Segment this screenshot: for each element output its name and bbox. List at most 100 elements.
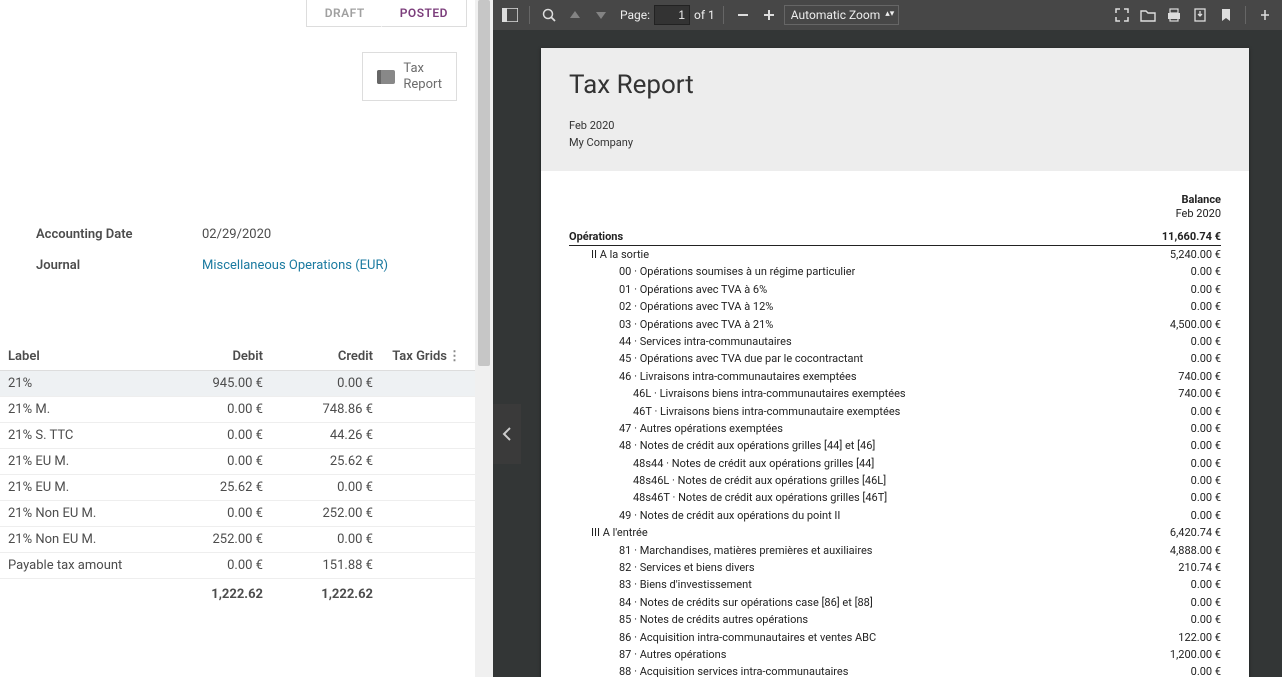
report-line: 01 · Opérations avec TVA à 6%0.00 € <box>569 281 1221 298</box>
cell-taxgrids <box>373 376 447 391</box>
col-header-credit[interactable]: Credit <box>263 349 373 364</box>
cell-label: 21% <box>8 376 153 391</box>
zoom-out-icon[interactable] <box>732 4 754 26</box>
report-line: 44 · Services intra-communautaires 0.00 € <box>569 333 1221 350</box>
cell-taxgrids <box>373 454 447 469</box>
table-row[interactable]: 21% EU M.0.00 €25.62 € <box>0 449 475 475</box>
tax-report-button[interactable]: Tax Report <box>362 52 457 101</box>
report-line-label: 86 · Acquisition intra-communautaires et… <box>569 630 876 645</box>
pdf-period: Feb 2020 <box>569 118 1221 135</box>
report-line-amount: 6,420.74 € <box>1160 525 1221 540</box>
cell-taxgrids <box>373 402 447 417</box>
report-line-amount: 0.00 € <box>1181 334 1221 349</box>
pdf-stage[interactable]: Tax Report Feb 2020 My Company Balance F… <box>493 30 1282 677</box>
report-line: 46 · Livraisons intra-communautaires exe… <box>569 368 1221 385</box>
zoom-in-icon[interactable] <box>758 4 780 26</box>
cell-credit: 151.88 € <box>263 558 373 573</box>
report-line-amount: 0.00 € <box>1181 473 1221 488</box>
table-row[interactable]: 21% Non EU M.252.00 €0.00 € <box>0 527 475 553</box>
report-line-label: 45 · Opérations avec TVA due par le coco… <box>569 351 863 366</box>
report-line-amount: 5,240.00 € <box>1160 247 1221 262</box>
report-line: 81 · Marchandises, matières premières et… <box>569 542 1221 559</box>
cell-credit: 0.00 € <box>263 480 373 495</box>
cell-taxgrids <box>373 428 447 443</box>
report-line: 00 · Opérations soumises à un régime par… <box>569 263 1221 280</box>
cell-taxgrids <box>373 506 447 521</box>
left-scrollbar[interactable] <box>475 0 493 677</box>
print-icon[interactable] <box>1163 4 1185 26</box>
report-line-label: 48s46T · Notes de crédit aux opérations … <box>569 490 887 505</box>
cell-debit: 945.00 € <box>153 376 263 391</box>
report-line: Opérations11,660.74 € <box>569 228 1221 246</box>
zoom-select-label: Automatic Zoom <box>791 8 880 22</box>
report-line-label: 48 · Notes de crédit aux opérations gril… <box>569 438 875 453</box>
bookmark-icon[interactable] <box>1215 4 1237 26</box>
accounting-date-label: Accounting Date <box>36 227 202 242</box>
report-line-label: II A la sortie <box>569 247 649 262</box>
report-line-amount: 0.00 € <box>1181 299 1221 314</box>
table-row[interactable]: 21% EU M.25.62 €0.00 € <box>0 475 475 501</box>
cell-credit: 25.62 € <box>263 454 373 469</box>
report-line-label: 81 · Marchandises, matières premières et… <box>569 543 872 558</box>
report-line-amount: 122.00 € <box>1168 630 1221 645</box>
report-line: 03 · Opérations avec TVA à 21%4,500.00 € <box>569 316 1221 333</box>
report-line-label: 44 · Services intra-communautaires <box>569 334 792 349</box>
status-tabs: DRAFT POSTED <box>0 0 475 27</box>
report-line-label: III A l'entrée <box>569 525 648 540</box>
report-line-amount: 11,660.74 € <box>1152 229 1221 244</box>
table-row[interactable]: 21% Non EU M.0.00 €252.00 € <box>0 501 475 527</box>
open-file-icon[interactable] <box>1137 4 1159 26</box>
accounting-date-value: 02/29/2020 <box>202 227 271 242</box>
report-line-amount: 0.00 € <box>1181 595 1221 610</box>
page-input[interactable] <box>654 5 690 25</box>
toggle-sidebar-icon[interactable] <box>499 4 521 26</box>
report-line-label: 46T · Livraisons biens intra-communautai… <box>569 404 900 419</box>
report-line: 48s44 · Notes de crédit aux opérations g… <box>569 455 1221 472</box>
cell-label: 21% M. <box>8 402 153 417</box>
report-line-label: 88 · Acquisition services intra-communau… <box>569 664 848 677</box>
pdf-toolbar: Page: of 1 Automatic Zoom ▴▾ <box>493 0 1282 30</box>
cell-label: 21% Non EU M. <box>8 532 153 547</box>
kebab-icon[interactable]: ⋮ <box>447 349 461 364</box>
fullscreen-icon[interactable] <box>1111 4 1133 26</box>
report-line-amount: 0.00 € <box>1181 421 1221 436</box>
report-line: 48s46T · Notes de crédit aux opérations … <box>569 489 1221 506</box>
report-line: 46T · Livraisons biens intra-communautai… <box>569 403 1221 420</box>
table-row[interactable]: 21%945.00 €0.00 € <box>0 371 475 397</box>
report-line: 88 · Acquisition services intra-communau… <box>569 663 1221 677</box>
report-line-amount: 0.00 € <box>1181 438 1221 453</box>
col-header-label[interactable]: Label <box>8 349 153 364</box>
report-line-amount: 0.00 € <box>1181 612 1221 627</box>
cell-debit: 252.00 € <box>153 532 263 547</box>
report-line-label: 48s46L · Notes de crédit aux opérations … <box>569 473 886 488</box>
cell-debit: 0.00 € <box>153 402 263 417</box>
cell-label: 21% S. TTC <box>8 428 153 443</box>
next-page-icon[interactable] <box>590 4 612 26</box>
balance-period: Feb 2020 <box>569 207 1221 221</box>
table-row[interactable]: Payable tax amount0.00 €151.88 € <box>0 553 475 579</box>
col-header-debit[interactable]: Debit <box>153 349 263 364</box>
journal-value[interactable]: Miscellaneous Operations (EUR) <box>202 258 388 273</box>
report-line-label: 02 · Opérations avec TVA à 12% <box>569 299 773 314</box>
report-line-label: 87 · Autres opérations <box>569 647 726 662</box>
page-label: Page: <box>620 8 650 22</box>
col-header-taxgrids[interactable]: Tax Grids <box>373 349 447 364</box>
journal-items-table: Label Debit Credit Tax Grids ⋮ 21%945.00… <box>0 343 475 602</box>
table-row[interactable]: 21% M.0.00 €748.86 € <box>0 397 475 423</box>
pdf-viewer-panel: Page: of 1 Automatic Zoom ▴▾ <box>493 0 1282 677</box>
scrollbar-thumb[interactable] <box>478 0 490 366</box>
total-credit: 1,222.62 <box>263 587 373 602</box>
tab-posted[interactable]: POSTED <box>381 0 467 27</box>
table-row[interactable]: 21% S. TTC0.00 €44.26 € <box>0 423 475 449</box>
tools-icon[interactable] <box>1254 4 1276 26</box>
download-icon[interactable] <box>1189 4 1211 26</box>
prev-page-icon[interactable] <box>564 4 586 26</box>
zoom-select[interactable]: Automatic Zoom ▴▾ <box>784 5 899 25</box>
cell-debit: 0.00 € <box>153 506 263 521</box>
report-line-label: 47 · Autres opérations exemptées <box>569 421 783 436</box>
report-line-amount: 0.00 € <box>1181 664 1221 677</box>
cell-debit: 0.00 € <box>153 558 263 573</box>
report-line: 48s46L · Notes de crédit aux opérations … <box>569 472 1221 489</box>
cell-label: 21% EU M. <box>8 454 153 469</box>
search-icon[interactable] <box>538 4 560 26</box>
